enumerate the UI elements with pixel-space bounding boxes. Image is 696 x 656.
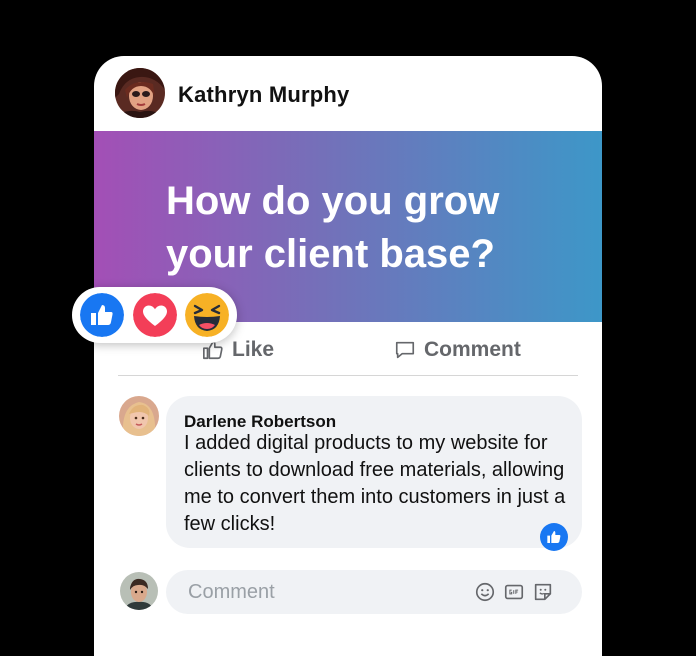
banner-text: How do you grow your client base? [166, 179, 500, 276]
author-avatar[interactable] [115, 68, 165, 118]
like-icon[interactable] [80, 293, 124, 337]
comment-label: Comment [424, 338, 521, 361]
commenter-avatar[interactable] [119, 396, 159, 436]
love-icon[interactable] [133, 293, 177, 337]
comment-like-reaction-icon[interactable] [540, 523, 568, 551]
emoji-icon[interactable] [474, 581, 496, 603]
post-header: Kathryn Murphy [94, 56, 602, 131]
current-user-avatar [120, 572, 158, 610]
post-card: Kathryn Murphy How do you grow your clie… [94, 56, 602, 656]
comment-text: I added digital products to my website f… [184, 432, 566, 535]
gif-icon[interactable] [503, 581, 525, 603]
reaction-picker [72, 287, 237, 343]
sticker-icon[interactable] [532, 581, 554, 603]
divider [118, 375, 578, 376]
comment-bubble: Darlene Robertson I added digital produc… [166, 396, 582, 548]
haha-icon[interactable] [185, 293, 229, 337]
comment-button[interactable]: Comment [394, 338, 521, 362]
comment-input[interactable] [166, 570, 500, 614]
author-name[interactable]: Kathryn Murphy [178, 82, 349, 108]
commenter-name[interactable]: Darlene Robertson [184, 412, 336, 432]
comment-composer [166, 570, 582, 614]
like-label: Like [232, 338, 275, 361]
comment-bubble-icon [395, 341, 415, 359]
